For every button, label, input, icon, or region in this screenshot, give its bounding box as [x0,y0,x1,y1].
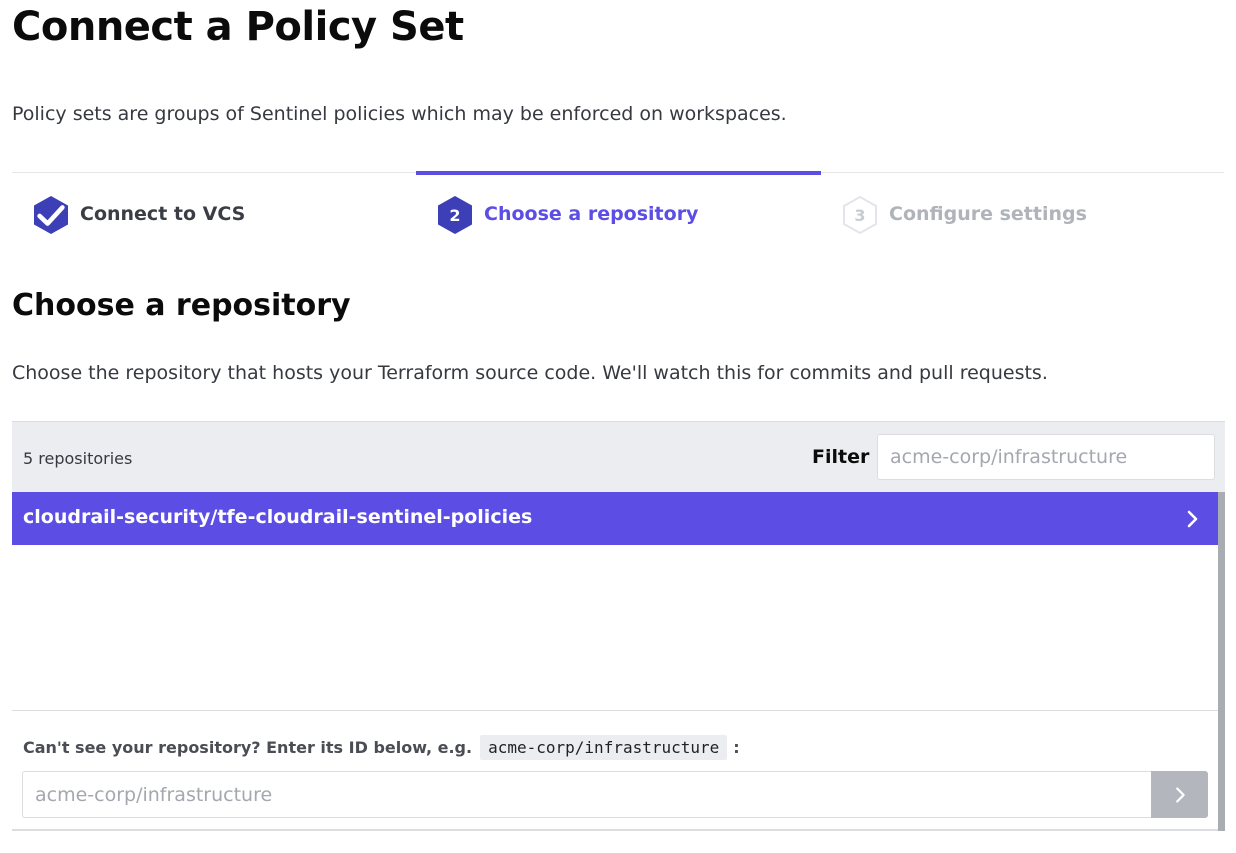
manual-entry-hint-suffix: : [733,738,740,757]
step-3-badge: 3 [841,195,879,235]
page-title: Connect a Policy Set [12,4,464,50]
section-description: Choose the repository that hosts your Te… [12,362,1048,384]
filter-input[interactable] [877,434,1215,480]
repository-list: cloudrail-security/tfe-cloudrail-sentine… [12,492,1225,710]
step-1-label: Connect to VCS [80,203,246,225]
chevron-right-icon [1187,510,1198,528]
repository-id-input[interactable] [22,771,1152,818]
step-connect-vcs[interactable]: Connect to VCS [12,173,417,257]
manual-entry-hint: Can't see your repository? Enter its ID … [23,735,740,760]
stepper: Connect to VCS 2 Choose a repository 3 C… [12,171,1226,257]
repository-id-submit-button[interactable] [1151,771,1208,818]
manual-repository-entry: Can't see your repository? Enter its ID … [12,710,1218,831]
repository-panel: 5 repositories Filter cloudrail-security… [12,421,1225,831]
repository-name: cloudrail-security/tfe-cloudrail-sentine… [23,506,533,528]
scrollbar[interactable] [1218,492,1225,831]
step-3-number: 3 [854,205,866,225]
chevron-right-icon [1175,786,1185,803]
step-configure-settings: 3 Configure settings [821,173,1226,257]
repository-list-header: 5 repositories Filter [12,421,1225,492]
page: Connect a Policy Set Policy sets are gro… [0,0,1236,853]
page-description: Policy sets are groups of Sentinel polic… [12,103,787,125]
step-3-label: Configure settings [889,203,1087,225]
filter-label: Filter [812,446,870,468]
step-choose-repository[interactable]: 2 Choose a repository [416,171,821,257]
manual-entry-hint-text: Can't see your repository? Enter its ID … [23,738,473,757]
example-repository-id: acme-corp/infrastructure [480,735,728,760]
step-2-badge: 2 [436,195,474,235]
step-2-label: Choose a repository [484,203,699,225]
step-1-badge [32,195,70,235]
section-title: Choose a repository [12,288,351,323]
repository-count: 5 repositories [23,449,133,468]
repository-row[interactable]: cloudrail-security/tfe-cloudrail-sentine… [12,492,1218,545]
check-icon [37,205,65,226]
step-2-number: 2 [449,205,461,225]
